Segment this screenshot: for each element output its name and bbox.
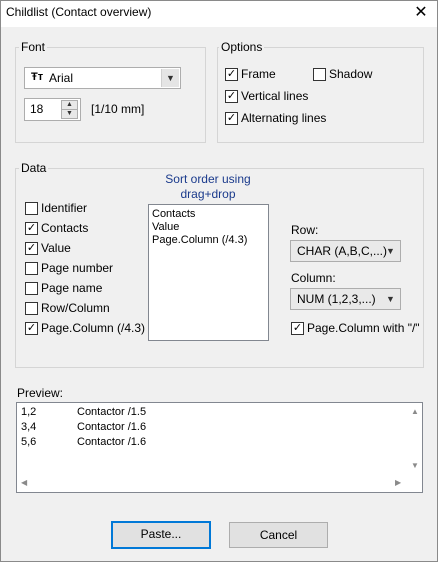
preview-row-pos: 1,2 (21, 406, 37, 418)
preview-box[interactable]: 1,2 Contactor /1.5 3,4 Contactor /1.6 5,… (16, 402, 423, 493)
row-label: Row: (291, 223, 319, 237)
frame-label: Frame (241, 67, 276, 81)
vertical-lines-checkbox[interactable]: ✓ (225, 90, 238, 103)
alternating-lines-label: Alternating lines (241, 111, 327, 125)
scroll-down-icon[interactable]: ▼ (411, 461, 419, 470)
data-group-label: Data (19, 161, 49, 175)
list-item[interactable]: Contacts (152, 208, 195, 220)
list-item[interactable]: Page.Column (/4.3) (152, 234, 247, 246)
page-name-label: Page name (41, 281, 103, 295)
font-family-value: Arial (49, 71, 74, 85)
alternating-lines-checkbox[interactable]: ✓ (225, 112, 238, 125)
preview-row-pos: 5,6 (21, 436, 37, 448)
value-label: Value (41, 241, 71, 255)
value-checkbox[interactable]: ✓ (25, 242, 38, 255)
page-column-checkbox[interactable]: ✓ (25, 322, 38, 335)
page-number-checkbox[interactable] (25, 262, 38, 275)
sort-order-heading: Sort order using drag+drop (148, 172, 268, 202)
font-size-unit: [1/10 mm] (91, 102, 145, 116)
font-type-icon: Ŧт (31, 71, 44, 83)
preview-row-pos: 3,4 (21, 421, 37, 433)
identifier-label: Identifier (41, 201, 88, 215)
page-column-label: Page.Column (/4.3) (41, 321, 146, 335)
page-name-checkbox[interactable] (25, 282, 38, 295)
frame-checkbox[interactable]: ✓ (225, 68, 238, 81)
chevron-down-icon[interactable]: ▼ (161, 69, 179, 87)
font-group-label: Font (19, 40, 48, 54)
list-item[interactable]: Value (152, 221, 179, 233)
row-column-checkbox[interactable] (25, 302, 38, 315)
chevron-down-icon[interactable]: ▼ (382, 290, 399, 308)
vertical-lines-label: Vertical lines (241, 89, 309, 103)
row-format-value: CHAR (A,B,C,...) (297, 244, 388, 258)
sort-order-heading-line2: drag+drop (180, 187, 236, 201)
page-column-slash-label: Page.Column with "/" (307, 321, 420, 335)
preview-label: Preview: (17, 386, 64, 400)
font-size-value[interactable]: 18 (30, 102, 43, 116)
close-icon[interactable]: ✕ (410, 2, 432, 24)
cancel-button[interactable]: Cancel (229, 522, 328, 548)
contacts-label: Contacts (41, 221, 89, 235)
spin-down-icon[interactable]: ▼ (61, 109, 78, 119)
options-group-label: Options (219, 40, 265, 54)
column-format-value: NUM (1,2,3,...) (297, 292, 376, 306)
row-column-label: Row/Column (41, 301, 110, 315)
font-family-select[interactable]: Ŧт Arial ▼ (24, 67, 181, 89)
row-format-select[interactable]: CHAR (A,B,C,...) ▼ (290, 240, 401, 262)
font-size-spinner[interactable]: 18 ▲ ▼ (24, 98, 81, 121)
page-column-slash-checkbox[interactable]: ✓ (291, 322, 304, 335)
scroll-left-icon[interactable]: ◀ (21, 478, 27, 487)
contacts-checkbox[interactable]: ✓ (25, 222, 38, 235)
preview-row-text: Contactor /1.5 (77, 406, 147, 418)
column-label: Column: (291, 271, 336, 285)
font-group (15, 47, 206, 143)
identifier-checkbox[interactable] (25, 202, 38, 215)
scroll-right-icon[interactable]: ▶ (395, 478, 401, 487)
shadow-checkbox[interactable] (313, 68, 326, 81)
column-format-select[interactable]: NUM (1,2,3,...) ▼ (290, 288, 401, 310)
preview-row-text: Contactor /1.6 (77, 436, 147, 448)
page-number-label: Page number (41, 261, 114, 275)
sort-order-heading-line1: Sort order using (165, 172, 251, 186)
scroll-up-icon[interactable]: ▲ (411, 407, 419, 416)
paste-button[interactable]: Paste... (111, 521, 211, 549)
sort-order-list[interactable]: Contacts Value Page.Column (/4.3) (148, 204, 269, 341)
preview-row-text: Contactor /1.6 (77, 421, 147, 433)
shadow-label: Shadow (329, 67, 373, 81)
window-title: Childlist (Contact overview) (6, 5, 152, 19)
chevron-down-icon[interactable]: ▼ (382, 242, 399, 260)
